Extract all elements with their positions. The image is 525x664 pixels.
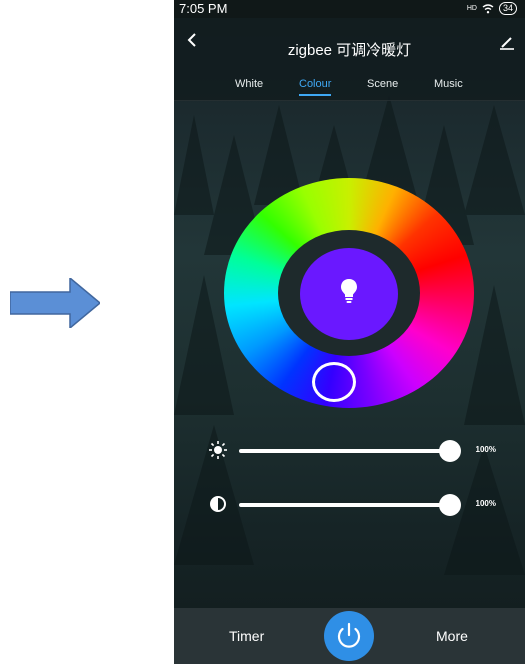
timer-button[interactable]: Timer bbox=[229, 628, 264, 644]
brightness-value: 100% bbox=[475, 445, 496, 454]
top-nav: zigbee 可调冷暖灯 White Colour Scene Music bbox=[174, 18, 525, 101]
contrast-track[interactable] bbox=[239, 503, 457, 507]
pencil-icon[interactable] bbox=[499, 36, 515, 50]
status-time: 7:05 PM bbox=[179, 1, 228, 16]
brightness-knob[interactable] bbox=[439, 440, 461, 462]
bottom-bar: Timer More bbox=[174, 608, 525, 664]
right-arrow-icon bbox=[10, 278, 100, 328]
contrast-knob[interactable] bbox=[439, 494, 461, 516]
color-selector-handle[interactable] bbox=[312, 362, 356, 402]
power-icon bbox=[337, 622, 361, 648]
contrast-icon bbox=[210, 496, 226, 512]
sun-icon bbox=[209, 441, 227, 459]
page-title: zigbee 可调冷暖灯 bbox=[287, 42, 412, 59]
signal-icon: HD bbox=[466, 5, 477, 12]
tab-white[interactable]: White bbox=[235, 78, 263, 90]
contrast-slider[interactable]: 100% bbox=[209, 493, 509, 517]
contrast-value: 100% bbox=[475, 499, 496, 508]
power-button[interactable] bbox=[324, 611, 374, 661]
tab-bar: White Colour Scene Music bbox=[174, 78, 525, 100]
lightbulb-icon bbox=[341, 279, 357, 303]
brightness-track[interactable] bbox=[239, 449, 457, 453]
battery-icon: 34 bbox=[498, 2, 517, 15]
chevron-left-icon[interactable] bbox=[186, 32, 198, 48]
tab-music[interactable]: Music bbox=[434, 78, 463, 90]
wifi-icon bbox=[482, 3, 494, 13]
more-button[interactable]: More bbox=[436, 628, 468, 644]
brightness-slider[interactable]: 100% bbox=[209, 439, 509, 463]
status-bar: 7:05 PM HD 34 bbox=[174, 0, 525, 18]
selected-color-preview[interactable] bbox=[300, 248, 398, 340]
phone-screen: 7:05 PM HD 34 zigbee 可调冷暖灯 White Colour … bbox=[174, 0, 525, 664]
tab-scene[interactable]: Scene bbox=[367, 78, 398, 90]
tab-colour[interactable]: Colour bbox=[299, 78, 332, 96]
